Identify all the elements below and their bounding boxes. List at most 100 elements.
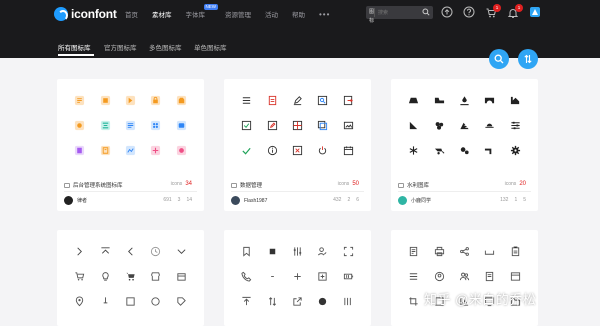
checked-doc-icon xyxy=(234,118,259,132)
help-icon[interactable] xyxy=(463,6,475,18)
notifications-button[interactable]: 1 xyxy=(507,4,523,18)
avatar xyxy=(64,196,73,205)
icon-count-label: icons xyxy=(337,181,350,187)
slope-icon xyxy=(401,118,426,132)
author-name: Flash1987 xyxy=(244,197,268,204)
store-icon xyxy=(143,269,168,283)
tab-monochrome-libraries[interactable]: 单色图标库 xyxy=(194,42,227,52)
stat-2: 3 xyxy=(177,197,181,203)
cart-count-badge: 1 xyxy=(493,4,501,12)
icon-library-card[interactable]: 数据管理 icons 50 Flash1987 432 2 6 xyxy=(224,79,371,211)
icon-library-card[interactable] xyxy=(57,230,204,326)
grid-icon xyxy=(285,118,310,132)
tray-icon xyxy=(477,244,502,258)
export-icon xyxy=(336,93,361,107)
active-tab-underline xyxy=(58,54,94,56)
chevron-left-icon xyxy=(118,244,143,258)
floating-sort-button[interactable] xyxy=(518,49,538,69)
icon-library-card[interactable] xyxy=(224,230,371,326)
nav-item-help[interactable]: 帮助 xyxy=(292,9,305,19)
chevron-down-icon xyxy=(169,244,194,258)
spillway-icon xyxy=(503,93,528,107)
library-name-label: 后台管理系统图标库 xyxy=(73,183,123,189)
search-box: 图标 ▾ xyxy=(366,6,445,33)
preview-icon xyxy=(143,93,168,107)
avatar xyxy=(231,196,240,205)
preview-icon xyxy=(118,93,143,107)
list-icon xyxy=(234,93,259,107)
author-name: 小鹿同学 xyxy=(411,198,432,204)
icon-preview-grid xyxy=(234,93,361,157)
divider xyxy=(64,191,197,192)
library-icon xyxy=(231,182,237,188)
power-icon xyxy=(310,143,335,157)
sort-icon xyxy=(524,54,532,64)
nav-item-home[interactable]: 首页 xyxy=(125,9,138,19)
nav-item-fonts-label: 字体库 xyxy=(185,12,206,19)
report-icon xyxy=(401,244,426,258)
preview-icon xyxy=(67,93,92,107)
upload-cloud-icon[interactable] xyxy=(441,6,453,18)
notification-count-badge: 1 xyxy=(515,4,523,12)
nav-item-fonts[interactable]: 字体库 NEW xyxy=(185,4,218,19)
document-icon xyxy=(259,93,284,107)
checkbox-icon xyxy=(118,294,143,308)
tab-official-libraries[interactable]: 官方图标库 xyxy=(104,42,137,52)
logo-text: iconfont xyxy=(71,7,117,21)
window-icon xyxy=(503,269,528,283)
icon-library-card[interactable]: 水利图库 icons 20 小鹿同学 132 1 5 xyxy=(391,79,538,211)
stat-1: 432 xyxy=(333,197,342,203)
add-box-icon xyxy=(310,269,335,283)
floating-search-button[interactable] xyxy=(489,49,509,69)
nav-item-assets[interactable]: 素材库 xyxy=(152,9,172,19)
stop-icon xyxy=(259,244,284,258)
logo-icon xyxy=(54,7,68,21)
dam-icon xyxy=(401,93,426,107)
preview-icon xyxy=(118,143,143,157)
author[interactable]: Flash1987 xyxy=(231,196,267,205)
library-name: 后台管理系统图标库 xyxy=(64,181,123,189)
user-avatar-icon[interactable] xyxy=(529,6,541,18)
search-type-select[interactable]: 图标 ▾ xyxy=(366,8,376,33)
tab-multicolor-libraries[interactable]: 多色图标库 xyxy=(149,42,182,52)
nav-item-resources[interactable]: 资源管理 xyxy=(225,9,251,19)
library-stats: 432 2 6 xyxy=(327,197,359,203)
icon-library-card[interactable] xyxy=(391,230,538,326)
preview-icon xyxy=(143,143,168,157)
share-icon xyxy=(285,294,310,308)
preview-icon xyxy=(67,118,92,132)
delete-doc-icon xyxy=(285,143,310,157)
edit-doc-icon xyxy=(259,118,284,132)
scan-icon xyxy=(336,244,361,258)
divider xyxy=(231,191,364,192)
cart-button[interactable]: 1 xyxy=(485,4,501,18)
user-circle-icon xyxy=(426,269,451,283)
edit-icon xyxy=(285,93,310,107)
avatar xyxy=(398,196,407,205)
stat-3: 14 xyxy=(186,197,192,203)
nav-item-activity[interactable]: 活动 xyxy=(265,9,278,19)
sliders-icon xyxy=(503,118,528,132)
author[interactable]: 小鹿同学 xyxy=(398,196,431,205)
search-input[interactable] xyxy=(375,8,445,17)
icon-count-value: 20 xyxy=(519,181,526,187)
clock-icon xyxy=(143,244,168,258)
minus-icon xyxy=(259,269,284,283)
library-name: 数据管理 xyxy=(231,181,262,189)
more-menu-button[interactable]: ••• xyxy=(319,10,330,19)
tab-all-libraries[interactable]: 所有图标库 xyxy=(58,42,91,52)
copy-icon xyxy=(310,118,335,132)
sort-arrows-icon xyxy=(259,294,284,308)
calendar-icon xyxy=(336,143,361,157)
adjust-icon xyxy=(285,244,310,258)
columns-icon xyxy=(336,294,361,308)
search-icon[interactable] xyxy=(422,8,430,16)
icon-count-value: 34 xyxy=(185,181,192,187)
icon-library-card[interactable]: 后台管理系统图标库 icons 34 律者 691 3 14 xyxy=(57,79,204,211)
battery-icon xyxy=(336,269,361,283)
logo[interactable]: iconfont xyxy=(54,6,117,22)
author[interactable]: 律者 xyxy=(64,196,87,205)
preview-icon xyxy=(92,93,117,107)
preview-icon xyxy=(169,118,194,132)
preview-icon xyxy=(92,118,117,132)
